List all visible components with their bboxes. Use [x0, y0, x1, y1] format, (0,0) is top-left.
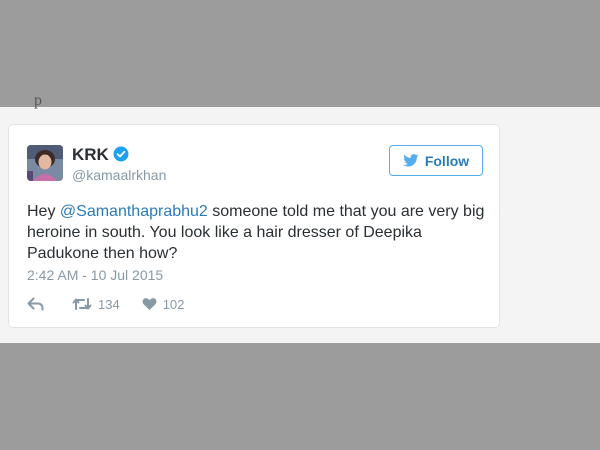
tweet-text-start: Hey: [27, 203, 60, 220]
follow-button[interactable]: Follow: [389, 145, 483, 176]
tweet-text: Hey @Samanthaprabhu2 someone told me tha…: [27, 201, 492, 264]
background-text: p: [34, 92, 42, 109]
retweet-count: 134: [98, 296, 120, 312]
tweet-card: KRK @kamaalrkhan Follow Hey @Samanthapra…: [8, 124, 500, 328]
heart-icon: [142, 298, 157, 310]
mention-link[interactable]: @Samanthaprabhu2: [60, 203, 208, 220]
like-button[interactable]: 102: [142, 296, 185, 312]
avatar-image: [27, 145, 63, 181]
avatar[interactable]: [27, 145, 63, 181]
tweet-timestamp[interactable]: 2:42 AM - 10 Jul 2015: [27, 267, 163, 283]
retweet-icon: [72, 298, 92, 310]
author-name[interactable]: KRK: [72, 145, 109, 165]
tweet-actions: 134 102: [27, 294, 206, 314]
follow-button-label: Follow: [424, 152, 470, 169]
reply-button[interactable]: [27, 297, 50, 311]
twitter-bird-icon: [402, 154, 419, 167]
like-count: 102: [162, 296, 185, 312]
retweet-button[interactable]: 134: [72, 297, 120, 312]
verified-badge-icon: [113, 146, 129, 162]
author-handle[interactable]: @kamaalrkhan: [72, 167, 166, 183]
reply-icon: [27, 297, 44, 311]
